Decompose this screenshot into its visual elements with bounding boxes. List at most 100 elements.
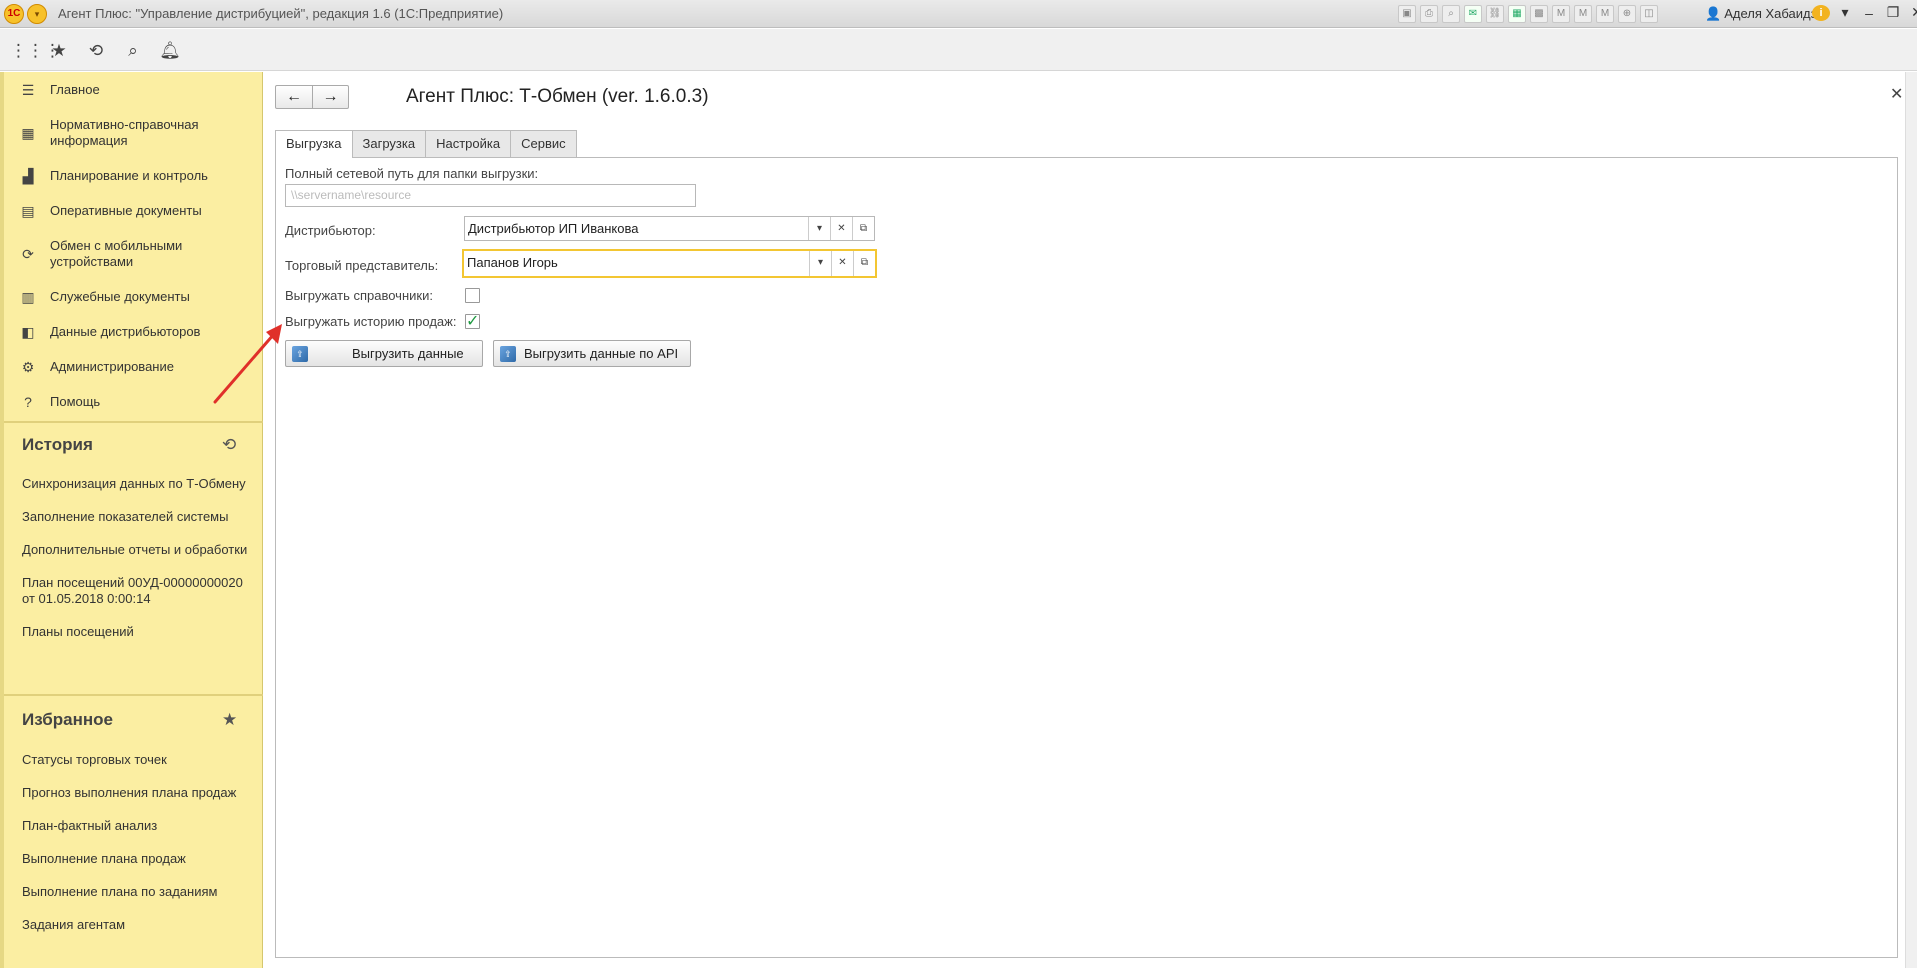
sidebar-item-main[interactable]: ☰ Главное <box>20 82 250 98</box>
mail-icon[interactable]: ✉ <box>1464 5 1482 23</box>
favorites-star-icon[interactable]: ★ <box>47 39 71 63</box>
tab-service[interactable]: Сервис <box>510 130 577 157</box>
export-data-button[interactable]: ⇪ Выгрузить данные <box>285 340 483 367</box>
back-arrow-icon[interactable]: ← <box>276 86 312 108</box>
sidebar-item-mobile-exchange[interactable]: ⟳ Обмен с мобильными устройствами <box>20 238 250 270</box>
export-api-button[interactable]: ⇪ Выгрузить данные по API <box>493 340 691 367</box>
sync-icon: ⟳ <box>22 246 34 262</box>
open-icon[interactable]: ⧉ <box>853 251 875 276</box>
bar-chart-icon: ▟ <box>22 168 34 184</box>
zoom-icon[interactable]: ⊕ <box>1618 5 1636 23</box>
favorite-item[interactable]: Задания агентам <box>22 917 252 933</box>
tab-import[interactable]: Загрузка <box>351 130 427 157</box>
history-item[interactable]: Планы посещений <box>22 624 252 640</box>
link-icon[interactable]: ⛓ <box>1486 5 1504 23</box>
info-icon[interactable]: i <box>1812 4 1830 21</box>
sidebar-item-operational-docs[interactable]: ▤ Оперативные документы <box>20 203 250 219</box>
tab-export[interactable]: Выгрузка <box>275 130 353 158</box>
table-icon: ▦ <box>21 125 35 141</box>
memory-mminus-icon[interactable]: M <box>1596 5 1614 23</box>
export-history-checkbox[interactable]: ✓ <box>465 314 480 330</box>
forward-arrow-icon[interactable]: → <box>312 86 348 108</box>
save-icon[interactable]: ▣ <box>1398 5 1416 23</box>
history-item[interactable]: Дополнительные отчеты и обработки <box>22 542 252 558</box>
window-controls: i ▾ – ❐ ✕ <box>1812 4 1917 21</box>
agent-label: Торговый представитель: <box>285 258 439 273</box>
chevron-down-icon[interactable]: ▾ <box>808 217 830 240</box>
sidebar-item-planning[interactable]: ▟ Планирование и контроль <box>20 168 250 184</box>
main-menu-icon[interactable]: ▾ <box>27 4 47 24</box>
spreadsheet-icon[interactable]: ▦ <box>1508 5 1526 23</box>
sidebar-item-label: Оперативные документы <box>50 203 202 218</box>
distributor-field[interactable]: Дистрибьютор ИП Иванкова ▾ ✕ ⧉ <box>464 216 875 241</box>
bell-icon[interactable]: 🔔︎ <box>158 39 182 63</box>
star-icon[interactable]: ★ <box>222 710 237 730</box>
right-scrollbar[interactable] <box>1905 72 1917 968</box>
export-api-icon: ⇪ <box>500 345 516 362</box>
agent-value[interactable]: Папанов Игорь <box>464 251 809 276</box>
panels-icon[interactable]: ◫ <box>1640 5 1658 23</box>
tab-strip: Выгрузка Загрузка Настройка Сервис <box>275 130 577 158</box>
app-logo-icon[interactable]: 1C <box>4 4 24 24</box>
help-icon: ? <box>24 394 32 410</box>
close-form-icon[interactable]: ✕ <box>1890 84 1903 104</box>
distributor-label: Дистрибьютор: <box>285 223 376 238</box>
open-icon[interactable]: ⧉ <box>852 217 874 240</box>
tab-settings[interactable]: Настройка <box>425 130 512 157</box>
user-icon: 👤 <box>1705 6 1722 21</box>
path-input[interactable]: \\servername\resource <box>285 184 696 207</box>
sidebar-item-label: Планирование и контроль <box>50 168 208 183</box>
user-indicator[interactable]: 👤 Аделя Хабаидзе <box>1705 6 1824 22</box>
history-title: История <box>22 435 93 454</box>
favorite-item[interactable]: Выполнение плана по заданиям <box>22 884 252 900</box>
favorite-item[interactable]: План-фактный анализ <box>22 818 252 834</box>
divider <box>4 421 263 423</box>
gear-icon: ⚙ <box>21 359 35 375</box>
memory-mplus-icon[interactable]: M <box>1574 5 1592 23</box>
export-refs-label: Выгружать справочники: <box>285 288 433 303</box>
user-name: Аделя Хабаидзе <box>1724 6 1824 21</box>
chevron-down-icon[interactable]: ▾ <box>809 251 831 276</box>
sidebar-strip <box>0 72 4 968</box>
history-item[interactable]: Синхронизация данных по Т-Обмену <box>22 476 252 492</box>
history-nav: ← → <box>275 85 349 109</box>
restore-icon[interactable]: ❐ <box>1884 4 1902 21</box>
agent-field[interactable]: Папанов Игорь ▾ ✕ ⧉ <box>462 249 877 278</box>
favorite-item[interactable]: Выполнение плана продаж <box>22 851 252 867</box>
sidebar-item-label: Главное <box>50 82 100 97</box>
favorite-item[interactable]: Прогноз выполнения плана продаж <box>22 785 252 801</box>
minimize-icon[interactable]: – <box>1860 5 1878 21</box>
clear-icon[interactable]: ✕ <box>831 251 853 276</box>
dropdown-icon[interactable]: ▾ <box>1836 4 1854 21</box>
preview-icon[interactable]: ⌕ <box>1442 5 1460 23</box>
history-item[interactable]: Заполнение показателей системы <box>22 509 252 525</box>
favorite-item[interactable]: Статусы торговых точек <box>22 752 252 768</box>
menu-lines-icon: ☰ <box>21 82 35 98</box>
sidebar-item-label: Нормативно-справочная информация <box>50 117 199 148</box>
print-icon[interactable]: ⎙ <box>1420 5 1438 23</box>
service-docs-icon: ▥ <box>21 289 35 305</box>
export-icon: ⇪ <box>292 345 308 362</box>
calendar-icon[interactable]: ▩ <box>1530 5 1548 23</box>
distributor-value[interactable]: Дистрибьютор ИП Иванкова <box>465 217 808 240</box>
export-tab-panel: Полный сетевой путь для папки выгрузки: … <box>275 157 1898 958</box>
sidebar-item-reference-info[interactable]: ▦ Нормативно-справочная информация <box>20 117 250 149</box>
sidebar-item-label: Служебные документы <box>50 289 190 304</box>
export-history-label: Выгружать историю продаж: <box>285 314 457 329</box>
sidebar-item-service-docs[interactable]: ▥ Служебные документы <box>20 289 250 305</box>
history-icon[interactable]: ⟲ <box>222 435 236 455</box>
history-icon[interactable]: ⟲ <box>84 39 108 63</box>
history-item[interactable]: План посещений 00УД-00000000020 от 01.05… <box>22 575 252 607</box>
apps-grid-icon[interactable]: ⋮⋮⋮ <box>10 39 61 63</box>
distributor-data-icon: ◧ <box>21 324 35 340</box>
title-bar: 1C ▾ Агент Плюс: "Управление дистрибуцие… <box>0 0 1917 28</box>
close-window-icon[interactable]: ✕ <box>1908 4 1917 21</box>
export-refs-checkbox[interactable] <box>465 288 480 303</box>
clear-icon[interactable]: ✕ <box>830 217 852 240</box>
memory-m-icon[interactable]: M <box>1552 5 1570 23</box>
annotation-arrow-icon <box>213 324 282 404</box>
search-icon[interactable]: ⌕ <box>121 39 145 63</box>
title-toolbar: ▣ ⎙ ⌕ ✉ ⛓ ▦ ▩ M M M ⊕ ◫ <box>1398 4 1658 24</box>
export-data-label: Выгрузить данные <box>352 346 464 361</box>
documents-icon: ▤ <box>21 203 35 219</box>
